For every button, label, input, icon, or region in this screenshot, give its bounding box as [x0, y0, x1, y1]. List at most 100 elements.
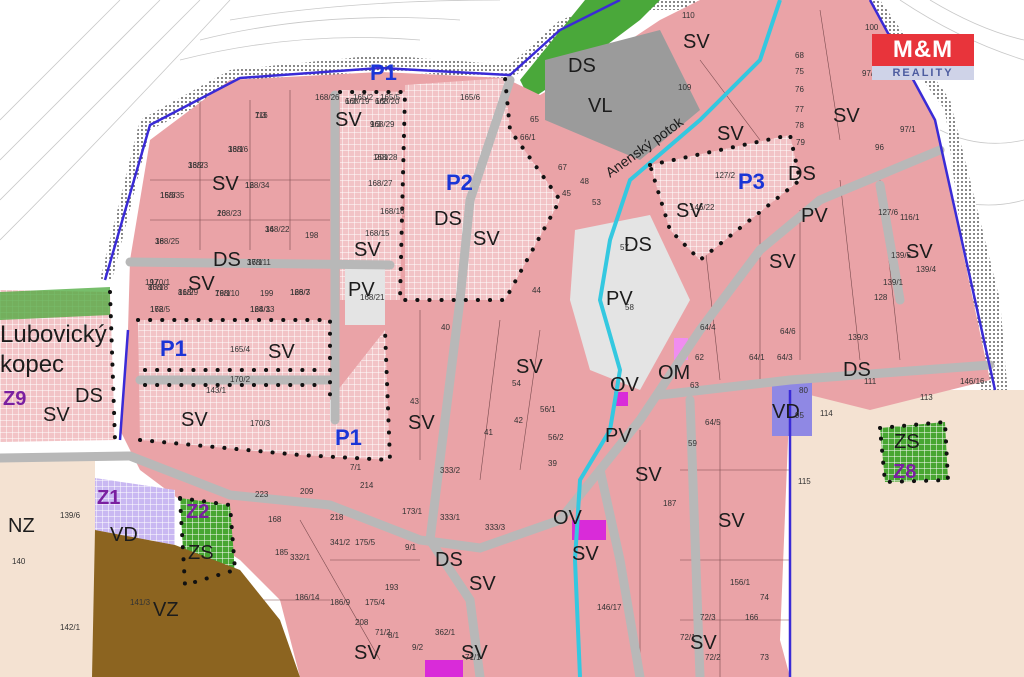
parcel-number: 139/3 — [848, 333, 869, 342]
zone-label-pv: PV — [605, 425, 632, 447]
parcel-number: 63 — [690, 381, 699, 390]
parcel-number: 71/1 — [465, 653, 481, 662]
parcel-number: 127/2 — [715, 171, 736, 180]
parcel-number: 193 — [385, 583, 399, 592]
zone-label-nz: NZ — [8, 515, 35, 537]
zone-label-sv: SV — [268, 341, 295, 363]
parcel-number: 44 — [532, 286, 541, 295]
parcel-number: 48 — [580, 177, 589, 186]
parcel-number: 166 — [745, 613, 759, 622]
parcel-number: 124/3 — [250, 305, 271, 314]
parcel-number: 43 — [410, 397, 419, 406]
parcel-number: 7/1 — [350, 463, 362, 472]
green-label-z8: Z8 — [893, 461, 916, 483]
parcel-number: 72/1 — [680, 633, 696, 642]
parcel-number: 64/4 — [700, 323, 716, 332]
parcel-number: 142/1 — [60, 623, 81, 632]
parcel-number: 168/21 — [360, 293, 385, 302]
parcel-number: 79/1 — [215, 289, 231, 298]
parcel-number: 109 — [678, 83, 692, 92]
parcel-number: 111 — [864, 377, 877, 386]
parcel-number: 146/16 — [960, 377, 985, 386]
parcel-number: 41 — [484, 428, 493, 437]
logo-subtitle: REALITY — [872, 66, 974, 80]
parcel-number: 187 — [663, 499, 677, 508]
parcel-number: 97/1 — [900, 125, 916, 134]
parcel-number: 34 — [265, 225, 274, 234]
parcel-number: 12 — [245, 181, 254, 190]
parcel-number: 66/1 — [520, 133, 536, 142]
parcel-number: 64/6 — [780, 327, 796, 336]
parcel-number: 146/22 — [690, 203, 715, 212]
parcel-number: 9/3 — [370, 120, 382, 129]
parcel-number: 170/2 — [230, 375, 251, 384]
parcel-number: 333/3 — [485, 523, 506, 532]
ov-area-3 — [425, 660, 463, 677]
zone-label-sv: SV — [354, 239, 381, 261]
zone-label-sv: SV — [516, 356, 543, 378]
parcel-number: 172 — [150, 305, 164, 314]
zone-label-sv: SV — [408, 412, 435, 434]
parcel-number: 9/1 — [405, 543, 417, 552]
parcel-number: 168/16 — [380, 207, 405, 216]
parcel-number: 173/1 — [402, 507, 423, 516]
parcel-number: 168/27 — [368, 179, 393, 188]
zone-label-sv: SV — [718, 510, 745, 532]
zone-label-sv: SV — [769, 251, 796, 273]
zone-label-sv: SV — [683, 31, 710, 53]
parcel-number: 67 — [558, 163, 567, 172]
plan-label-p3: P3 — [738, 169, 765, 194]
parcel-number: 65 — [530, 115, 539, 124]
plan-label-p1: P1 — [335, 425, 362, 450]
parcel-number: 6/3 — [345, 97, 357, 106]
parcel-number: 168/26 — [315, 93, 340, 102]
parcel-number: 64/1 — [749, 353, 765, 362]
parcel-number: 332/1 — [290, 553, 311, 562]
place-name-line-1: Lubovický — [0, 321, 107, 348]
zone-label-ov: OV — [553, 507, 583, 529]
parcel-number: 20 — [217, 209, 226, 218]
beige-area-west — [0, 460, 95, 677]
zone-label-sv: SV — [833, 105, 860, 127]
parcel-number: 139/1 — [883, 278, 904, 287]
parcel-number: 165/6 — [460, 93, 481, 102]
parcel-number: 139/5 — [891, 251, 912, 260]
parcel-number: 128 — [874, 293, 888, 302]
zone-label-sv: SV — [212, 173, 239, 195]
parcel-number: 223 — [255, 490, 269, 499]
parcel-number: 62 — [695, 353, 704, 362]
parcel-number: 209 — [300, 487, 314, 496]
parcel-number: 81/2 — [178, 288, 194, 297]
plan-label-p2: P2 — [446, 170, 473, 195]
plan-label-p1: P1 — [160, 336, 187, 361]
parcel-number: 80/1 — [148, 283, 164, 292]
place-name-line-2: kopec — [0, 351, 64, 378]
land-use-map[interactable]: SV SV SV SV SV SV SV SV SV SV SV SV SV S… — [0, 0, 1024, 677]
zone-label-ov: OV — [610, 374, 640, 396]
parcel-number: 58 — [625, 303, 634, 312]
parcel-number: 201 — [375, 153, 389, 162]
parcel-number: 56/1 — [540, 405, 556, 414]
zone-label-sv: SV — [181, 409, 208, 431]
zone-label-sv: SV — [43, 404, 70, 426]
zone-label-sv: SV — [335, 109, 362, 131]
zone-label-pv: PV — [801, 205, 828, 227]
zone-label-ds: DS — [568, 55, 596, 77]
zone-label-vd: VD — [110, 524, 138, 546]
zone-label-ds: DS — [213, 249, 241, 271]
parcel-number: 341/2 — [330, 538, 351, 547]
zone-label-sv: SV — [572, 543, 599, 565]
parcel-number: 198 — [305, 231, 319, 240]
logo-brand: M&M — [872, 34, 974, 66]
plan-label-p1: P1 — [370, 60, 397, 85]
parcel-number: 168 — [268, 515, 282, 524]
zone-label-sv: SV — [717, 123, 744, 145]
parcel-number: 218 — [330, 513, 344, 522]
parcel-number: 214 — [360, 481, 374, 490]
parcel-number: 139/4 — [916, 265, 937, 274]
parcel-number: 362/1 — [435, 628, 456, 637]
parcel-number: 143/1 — [206, 386, 227, 395]
green-label-z9: Z9 — [3, 388, 26, 410]
parcel-number: 100 — [865, 23, 879, 32]
parcel-number: 8/1 — [388, 631, 400, 640]
